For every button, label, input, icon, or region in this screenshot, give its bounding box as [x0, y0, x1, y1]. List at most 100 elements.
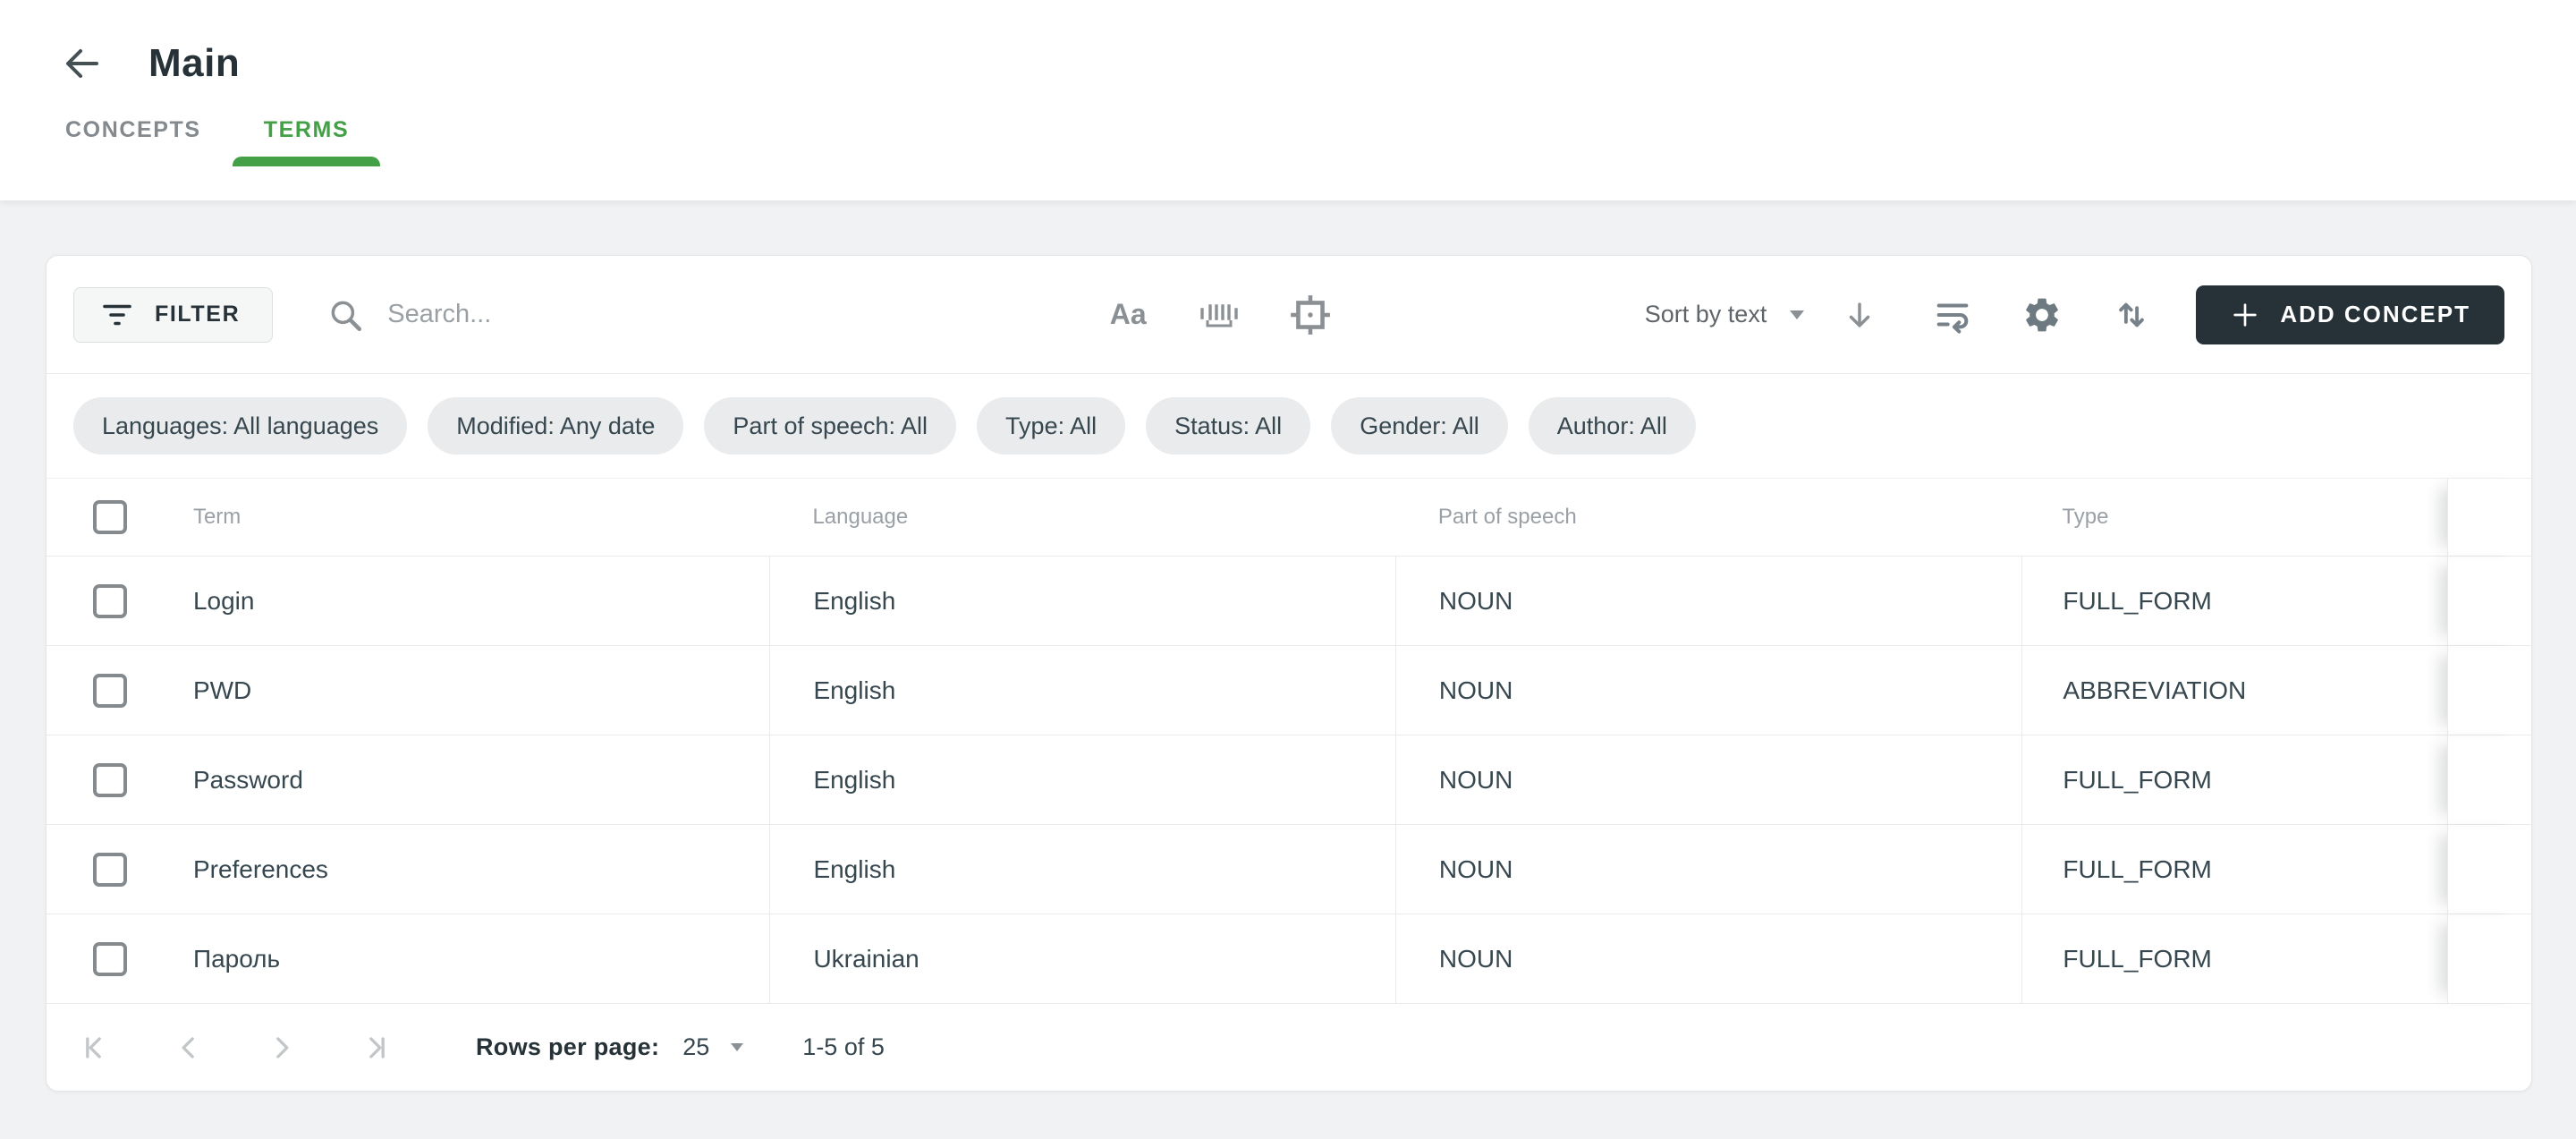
whole-word-button[interactable] — [1196, 292, 1242, 338]
row-checkbox[interactable] — [93, 942, 127, 976]
filter-chip[interactable]: Type: All — [977, 397, 1125, 455]
cell-part-of-speech: NOUN — [1439, 676, 1513, 705]
cell-part-of-speech: NOUN — [1439, 945, 1513, 973]
table-body: Login English NOUN FULL_FORM PWD English… — [47, 557, 2531, 1004]
toolbar: FILTER Aa — [47, 256, 2531, 374]
arrow-down-icon — [1843, 298, 1877, 332]
tab-concepts[interactable]: CONCEPTS — [34, 93, 233, 166]
filter-chip[interactable]: Gender: All — [1331, 397, 1508, 455]
first-page-button[interactable] — [77, 1029, 114, 1067]
chevron-right-icon — [264, 1030, 300, 1066]
match-case-button[interactable]: Aa — [1105, 292, 1151, 338]
table-row[interactable]: PWD English NOUN ABBREVIATION — [47, 646, 2531, 735]
cell-term: Preferences — [193, 855, 328, 884]
chevron-left-icon — [171, 1030, 207, 1066]
filter-chip-label: Status: All — [1174, 412, 1282, 440]
rows-per-page-select[interactable]: 25 — [682, 1033, 743, 1061]
filter-chip[interactable]: Part of speech: All — [704, 397, 956, 455]
import-export-icon — [2113, 296, 2150, 334]
plus-icon — [2230, 300, 2260, 330]
cell-type: FULL_FORM — [2063, 766, 2211, 795]
tab-bar: CONCEPTS TERMS — [0, 93, 2576, 166]
filter-chip[interactable]: Languages: All languages — [73, 397, 407, 455]
previous-page-button[interactable] — [170, 1029, 208, 1067]
terms-table: Term Language Part of speech Type Login … — [47, 478, 2531, 1004]
first-page-icon — [78, 1030, 114, 1066]
cell-term: PWD — [193, 676, 251, 705]
add-concept-button[interactable]: ADD CONCEPT — [2196, 285, 2504, 344]
pinned-column-header — [2447, 479, 2531, 556]
wrap-text-icon — [1932, 294, 1973, 336]
search-icon — [326, 296, 364, 334]
filter-chip[interactable]: Author: All — [1529, 397, 1696, 455]
whole-word-icon — [1196, 296, 1242, 334]
tab-terms-label: TERMS — [264, 117, 350, 143]
filter-chip-label: Gender: All — [1360, 412, 1479, 440]
cell-type: FULL_FORM — [2063, 587, 2211, 616]
cell-type: FULL_FORM — [2063, 945, 2211, 973]
tab-concepts-label: CONCEPTS — [65, 117, 201, 143]
tab-terms[interactable]: TERMS — [233, 93, 381, 166]
back-arrow-icon — [61, 42, 104, 85]
table-row[interactable]: Login English NOUN FULL_FORM — [47, 557, 2531, 646]
wrap-text-button[interactable] — [1929, 292, 1976, 338]
sort-by-label: Sort by text — [1645, 301, 1767, 328]
table-row[interactable]: Пароль Ukrainian NOUN FULL_FORM — [47, 914, 2531, 1004]
cell-part-of-speech: NOUN — [1439, 855, 1513, 884]
select-all-checkbox[interactable] — [93, 500, 127, 534]
filter-icon — [101, 302, 133, 328]
cell-language: English — [813, 766, 895, 795]
rows-per-page-value: 25 — [682, 1033, 709, 1061]
last-page-icon — [357, 1030, 393, 1066]
cell-part-of-speech: NOUN — [1439, 766, 1513, 795]
filter-chip-label: Part of speech: All — [733, 412, 928, 440]
column-header-type: Type — [2062, 505, 2108, 530]
back-button[interactable] — [57, 38, 107, 89]
add-concept-label: ADD CONCEPT — [2280, 301, 2470, 328]
exact-match-button[interactable] — [1287, 292, 1334, 338]
search-options: Aa — [1105, 292, 1334, 338]
next-page-button[interactable] — [263, 1029, 301, 1067]
table-row[interactable]: Password English NOUN FULL_FORM — [47, 735, 2531, 825]
cell-language: English — [813, 587, 895, 616]
pagination-bar: Rows per page: 25 1-5 of 5 — [47, 1004, 2531, 1091]
row-checkbox[interactable] — [93, 853, 127, 887]
caret-down-icon — [1790, 310, 1804, 319]
row-checkbox[interactable] — [93, 674, 127, 708]
table-header-row: Term Language Part of speech Type — [47, 479, 2531, 557]
app-header: Main CONCEPTS TERMS — [0, 0, 2576, 200]
filter-chip-label: Author: All — [1557, 412, 1667, 440]
search-input[interactable] — [387, 300, 1013, 329]
pinned-column-cell — [2447, 735, 2531, 824]
table-row[interactable]: Preferences English NOUN FULL_FORM — [47, 825, 2531, 914]
toolbar-icon-group — [1929, 292, 2155, 338]
pinned-column-cell — [2447, 557, 2531, 645]
filter-chip[interactable]: Status: All — [1146, 397, 1310, 455]
column-header-part-of-speech: Part of speech — [1438, 505, 1577, 530]
column-header-language: Language — [812, 505, 908, 530]
filter-button[interactable]: FILTER — [73, 287, 273, 343]
cell-type: FULL_FORM — [2063, 855, 2211, 884]
pagination-range: 1-5 of 5 — [802, 1033, 885, 1061]
match-case-icon: Aa — [1110, 298, 1147, 331]
row-checkbox[interactable] — [93, 763, 127, 797]
row-checkbox[interactable] — [93, 584, 127, 618]
page-title: Main — [148, 41, 240, 86]
pinned-column-cell — [2447, 646, 2531, 735]
sort-direction-button[interactable] — [1836, 292, 1883, 338]
filter-chip[interactable]: Modified: Any date — [428, 397, 683, 455]
gear-icon — [2021, 294, 2063, 336]
toolbar-right: Sort by text — [1645, 285, 2504, 344]
filter-chip-label: Languages: All languages — [102, 412, 378, 440]
pinned-column-cell — [2447, 825, 2531, 914]
cell-language: English — [813, 855, 895, 884]
cell-part-of-speech: NOUN — [1439, 587, 1513, 616]
column-header-term: Term — [193, 505, 241, 530]
last-page-button[interactable] — [356, 1029, 394, 1067]
cell-type: ABBREVIATION — [2063, 676, 2246, 705]
caret-down-icon — [731, 1043, 743, 1051]
active-tab-indicator — [233, 157, 381, 166]
import-export-button[interactable] — [2108, 292, 2155, 338]
settings-button[interactable] — [2019, 292, 2065, 338]
sort-by-select[interactable]: Sort by text — [1645, 301, 1805, 328]
